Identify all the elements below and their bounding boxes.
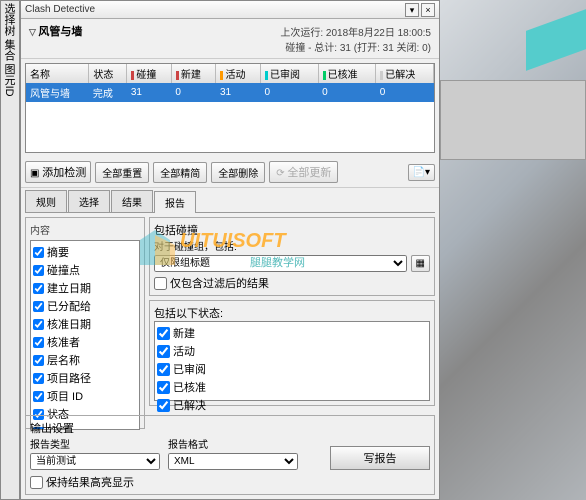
clash-group-select[interactable]: 仅限组标题 [154, 255, 407, 272]
status-title: 包括以下状态: [154, 305, 430, 321]
collapse-icon[interactable]: ▽ [29, 27, 38, 37]
output-title: 输出设置 [30, 420, 430, 436]
tests-toolbar: ▣ 添加检测 全部重置 全部精简 全部删除 ⟳ 全部更新 📄▾ [21, 157, 439, 188]
vertical-sidebar[interactable]: 选择树 集合 图元ID [0, 0, 20, 500]
content-item[interactable]: 摘要 [33, 243, 137, 261]
column-header[interactable]: 新建 [171, 64, 216, 83]
content-item[interactable]: 建立日期 [33, 279, 137, 297]
status-checklist[interactable]: 新建活动已审阅已核准已解决 [154, 321, 430, 401]
table-row[interactable]: 风管与墙完成31031000 [26, 83, 434, 102]
model-viewport-3d[interactable] [440, 0, 586, 500]
status-item[interactable]: 已核准 [157, 378, 427, 396]
group-label: 对于碰撞组，包括: [154, 238, 430, 253]
report-type-label: 报告类型 [30, 436, 160, 451]
write-report-button[interactable]: 写报告 [330, 446, 430, 470]
content-item[interactable]: 项目 ID [33, 387, 137, 405]
model-geometry [440, 80, 586, 160]
panel-title: Clash Detective [25, 4, 403, 15]
include-title: 包括碰撞 [154, 222, 430, 238]
subtabs: 规则选择结果报告 [25, 190, 435, 213]
subtab-选择[interactable]: 选择 [68, 190, 110, 212]
column-header[interactable]: 已核准 [318, 64, 376, 83]
content-item[interactable]: 已分配给 [33, 297, 137, 315]
last-run-text: 上次运行: 2018年8月22日 18:00:5 [280, 24, 431, 39]
report-type-select[interactable]: 当前测试 [30, 453, 160, 470]
include-status-groupbox: 包括以下状态: 新建活动已审阅已核准已解决 [149, 300, 435, 406]
content-item[interactable]: 碰撞点 [33, 261, 137, 279]
content-checklist[interactable]: 摘要碰撞点建立日期已分配给核准日期核准者层名称项目路径项目 ID状态距离说明注释… [30, 240, 140, 430]
content-title: 内容 [30, 222, 140, 237]
status-item[interactable]: 活动 [157, 342, 427, 360]
pin-icon[interactable]: ▾ [405, 3, 419, 17]
include-clashes-groupbox: 包括碰撞 对于碰撞组，包括: 仅限组标题 ▦ 仅包含过滤后的结果 [149, 217, 435, 296]
tests-table[interactable]: 名称状态碰撞新建活动已审阅已核准已解决 风管与墙完成31031000 [25, 63, 435, 153]
content-groupbox: 内容 摘要碰撞点建立日期已分配给核准日期核准者层名称项目路径项目 ID状态距离说… [25, 217, 145, 429]
output-settings-groupbox: 输出设置 报告类型 当前测试 报告格式 XML 写报告 保持结果高亮显示 [25, 415, 435, 495]
content-item[interactable]: 层名称 [33, 351, 137, 369]
test-header: ▽ 风管与墙 上次运行: 2018年8月22日 18:00:5 碰撞 - 总计:… [21, 19, 439, 59]
reset-all-button[interactable]: 全部重置 [95, 162, 149, 183]
content-item[interactable]: 项目路径 [33, 369, 137, 387]
add-test-button[interactable]: ▣ 添加检测 [25, 161, 91, 183]
status-item[interactable]: 已审阅 [157, 360, 427, 378]
column-header[interactable]: 状态 [89, 64, 127, 83]
status-item[interactable]: 已解决 [157, 396, 427, 414]
group-option-icon[interactable]: ▦ [411, 255, 430, 272]
report-format-label: 报告格式 [168, 436, 298, 451]
test-name: 风管与墙 [38, 26, 82, 38]
panel-titlebar: Clash Detective ▾ × [21, 1, 439, 19]
clash-stats: 碰撞 - 总计: 31 (打开: 31 关闭: 0) [285, 39, 431, 54]
subtab-结果[interactable]: 结果 [111, 190, 153, 212]
status-item[interactable]: 新建 [157, 324, 427, 342]
column-header[interactable]: 碰撞 [127, 64, 172, 83]
model-geometry [526, 9, 586, 71]
filtered-only-checkbox[interactable]: 仅包含过滤后的结果 [154, 275, 430, 291]
column-header[interactable]: 已解决 [376, 64, 434, 83]
column-header[interactable]: 名称 [26, 64, 89, 83]
report-format-select[interactable]: XML [168, 453, 298, 470]
column-header[interactable]: 活动 [216, 64, 261, 83]
column-header[interactable]: 已审阅 [261, 64, 319, 83]
subtab-报告[interactable]: 报告 [154, 191, 196, 213]
delete-all-button[interactable]: 全部删除 [211, 162, 265, 183]
keep-highlight-checkbox[interactable]: 保持结果高亮显示 [30, 474, 430, 490]
content-item[interactable]: 核准者 [33, 333, 137, 351]
subtab-规则[interactable]: 规则 [25, 190, 67, 212]
update-all-button[interactable]: ⟳ 全部更新 [269, 161, 338, 183]
content-item[interactable]: 核准日期 [33, 315, 137, 333]
compact-all-button[interactable]: 全部精简 [153, 162, 207, 183]
close-icon[interactable]: × [421, 3, 435, 17]
clash-detective-panel: Clash Detective ▾ × ▽ 风管与墙 上次运行: 2018年8月… [20, 0, 440, 500]
export-button[interactable]: 📄▾ [408, 164, 435, 181]
